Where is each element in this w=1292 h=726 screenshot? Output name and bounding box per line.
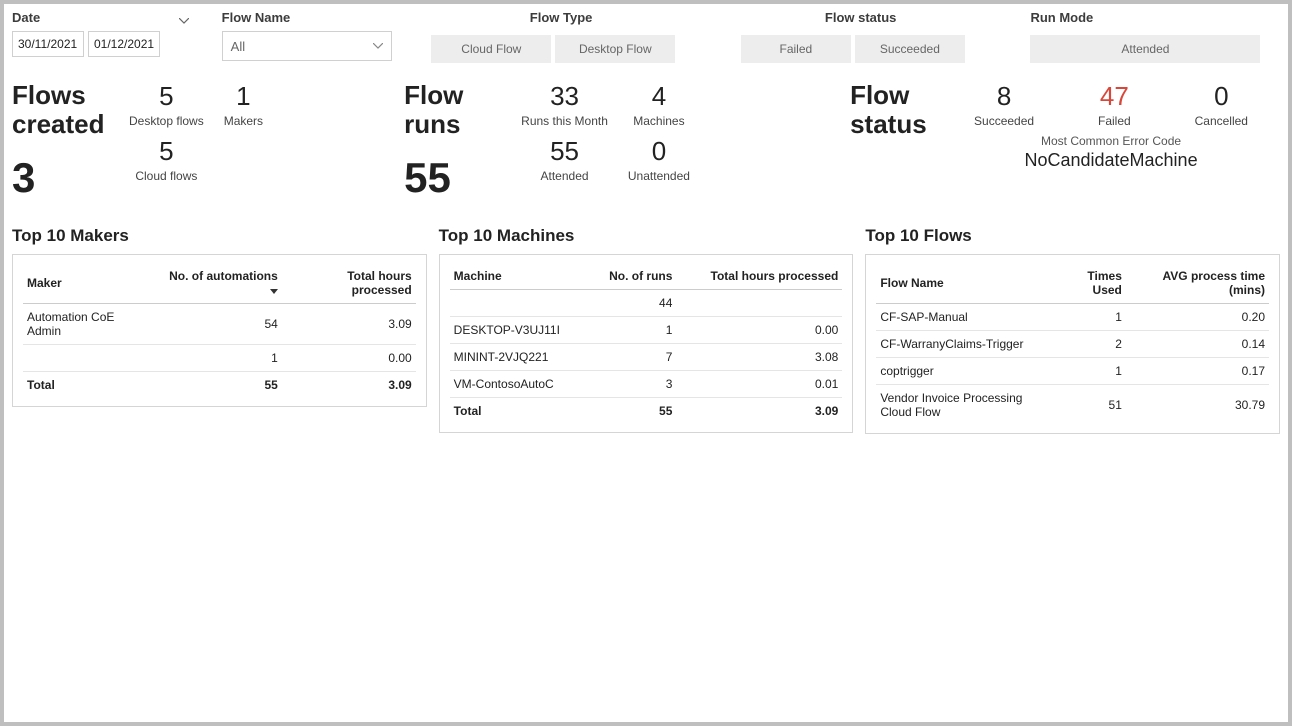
makers-col-hours[interactable]: Total hours processed: [282, 263, 416, 304]
machines-col-machine[interactable]: Machine: [450, 263, 590, 290]
table-row[interactable]: VM-ContosoAutoC30.01: [450, 371, 843, 398]
attended-label: Attended: [541, 169, 589, 183]
table-row[interactable]: CF-WarranyClaims-Trigger20.14: [876, 331, 1269, 358]
table-row[interactable]: 44: [450, 290, 843, 317]
flows-table-title: Top 10 Flows: [865, 226, 1280, 246]
error-code: NoCandidateMachine: [942, 150, 1280, 171]
error-caption: Most Common Error Code: [942, 134, 1280, 148]
machines-label: Machines: [633, 114, 684, 128]
runs-month-label: Runs this Month: [521, 114, 608, 128]
makers-col-automations[interactable]: No. of automations: [153, 263, 282, 304]
makers-col-maker[interactable]: Maker: [23, 263, 153, 304]
cancelled-value: 0: [1214, 81, 1228, 112]
desktopflows-value: 5: [159, 81, 173, 112]
makers-table[interactable]: Maker No. of automations Total hours pro…: [12, 254, 427, 407]
table-row[interactable]: coptrigger10.17: [876, 358, 1269, 385]
date-label: Date: [12, 10, 40, 25]
flowname-value: All: [231, 39, 245, 54]
flowtype-label: Flow Type: [431, 10, 691, 25]
machines-value: 4: [652, 81, 666, 112]
flows-col-avg[interactable]: AVG process time (mins): [1126, 263, 1269, 304]
status-succeeded-button[interactable]: Succeeded: [855, 35, 965, 63]
flowstatus-label: Flow status: [741, 10, 981, 25]
flowtype-desktop-button[interactable]: Desktop Flow: [555, 35, 675, 63]
table-row[interactable]: Automation CoE Admin543.09: [23, 304, 416, 345]
machines-col-hours[interactable]: Total hours processed: [676, 263, 842, 290]
unattended-value: 0: [652, 136, 666, 167]
table-row[interactable]: DESKTOP-V3UJ11I10.00: [450, 317, 843, 344]
chevron-down-icon: [373, 43, 383, 49]
flowname-select[interactable]: All: [222, 31, 392, 61]
runmode-label: Run Mode: [1030, 10, 1280, 25]
table-row[interactable]: CF-SAP-Manual10.20: [876, 304, 1269, 331]
table-row[interactable]: 10.00: [23, 345, 416, 372]
date-dropdown-toggle[interactable]: [176, 18, 192, 24]
status-failed-button[interactable]: Failed: [741, 35, 851, 63]
sort-desc-icon: [270, 289, 278, 294]
failed-value: 47: [1100, 81, 1129, 112]
kpi-runs-value: 55: [404, 154, 511, 202]
kpi-status-title: Flow: [850, 80, 909, 110]
runs-month-value: 33: [550, 81, 579, 112]
machines-table[interactable]: Machine No. of runs Total hours processe…: [439, 254, 854, 433]
kpi-created-title: Flows: [12, 80, 86, 110]
succeeded-label: Succeeded: [974, 114, 1034, 128]
attended-value: 55: [550, 136, 579, 167]
date-from-input[interactable]: 30/11/2021: [12, 31, 84, 57]
kpi-created-value: 3: [12, 154, 119, 202]
succeeded-value: 8: [997, 81, 1011, 112]
machines-col-runs[interactable]: No. of runs: [589, 263, 676, 290]
makers-value: 1: [236, 81, 250, 112]
makers-label: Makers: [224, 114, 263, 128]
failed-label: Failed: [1098, 114, 1131, 128]
table-total-row: Total553.09: [23, 372, 416, 399]
machines-table-title: Top 10 Machines: [439, 226, 854, 246]
cancelled-label: Cancelled: [1195, 114, 1248, 128]
date-to-input[interactable]: 01/12/2021: [88, 31, 160, 57]
chevron-down-icon: [179, 18, 189, 24]
cloudflows-value: 5: [159, 136, 173, 167]
runmode-attended-button[interactable]: Attended: [1030, 35, 1260, 63]
flowname-label: Flow Name: [222, 10, 412, 25]
kpi-runs-title: Flow: [404, 80, 463, 110]
flowtype-cloud-button[interactable]: Cloud Flow: [431, 35, 551, 63]
flows-col-times[interactable]: Times Used: [1053, 263, 1126, 304]
cloudflows-label: Cloud flows: [135, 169, 197, 183]
table-total-row: Total553.09: [450, 398, 843, 425]
unattended-label: Unattended: [628, 169, 690, 183]
flows-col-name[interactable]: Flow Name: [876, 263, 1053, 304]
desktopflows-label: Desktop flows: [129, 114, 204, 128]
table-row[interactable]: Vendor Invoice Processing Cloud Flow5130…: [876, 385, 1269, 426]
flows-table[interactable]: Flow Name Times Used AVG process time (m…: [865, 254, 1280, 434]
makers-table-title: Top 10 Makers: [12, 226, 427, 246]
table-row[interactable]: MININT-2VJQ22173.08: [450, 344, 843, 371]
